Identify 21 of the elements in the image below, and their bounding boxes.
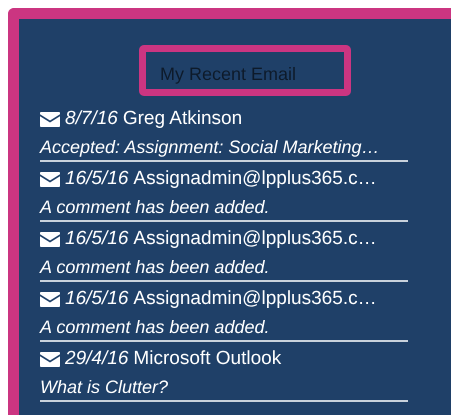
email-subject-link[interactable]: Accepted: Assignment: Social Marketing…	[40, 134, 408, 162]
email-subject-link[interactable]: A comment has been added.	[40, 314, 408, 342]
email-date: 8/7/16	[65, 108, 118, 130]
widget-title: My Recent Email	[160, 64, 296, 84]
email-sender: Assignadmin@lpplus365.c…	[133, 228, 377, 250]
email-sender: Assignadmin@lpplus365.c…	[133, 168, 377, 190]
email-date: 29/4/16	[65, 348, 128, 370]
email-subject-link[interactable]: A comment has been added.	[40, 194, 408, 222]
email-date: 16/5/16	[65, 288, 128, 310]
email-sender: Microsoft Outlook	[133, 348, 282, 370]
envelope-icon	[40, 112, 60, 126]
email-date: 16/5/16	[65, 168, 128, 190]
envelope-icon	[40, 172, 60, 186]
envelope-icon	[40, 232, 60, 246]
email-date: 16/5/16	[65, 228, 128, 250]
envelope-icon	[40, 352, 60, 366]
email-sender: Assignadmin@lpplus365.c…	[133, 288, 377, 310]
email-sender: Greg Atkinson	[122, 108, 242, 130]
envelope-icon	[40, 292, 60, 306]
email-subject-link[interactable]: What is Clutter?	[40, 374, 408, 402]
email-subject-link[interactable]: A comment has been added.	[40, 254, 408, 282]
